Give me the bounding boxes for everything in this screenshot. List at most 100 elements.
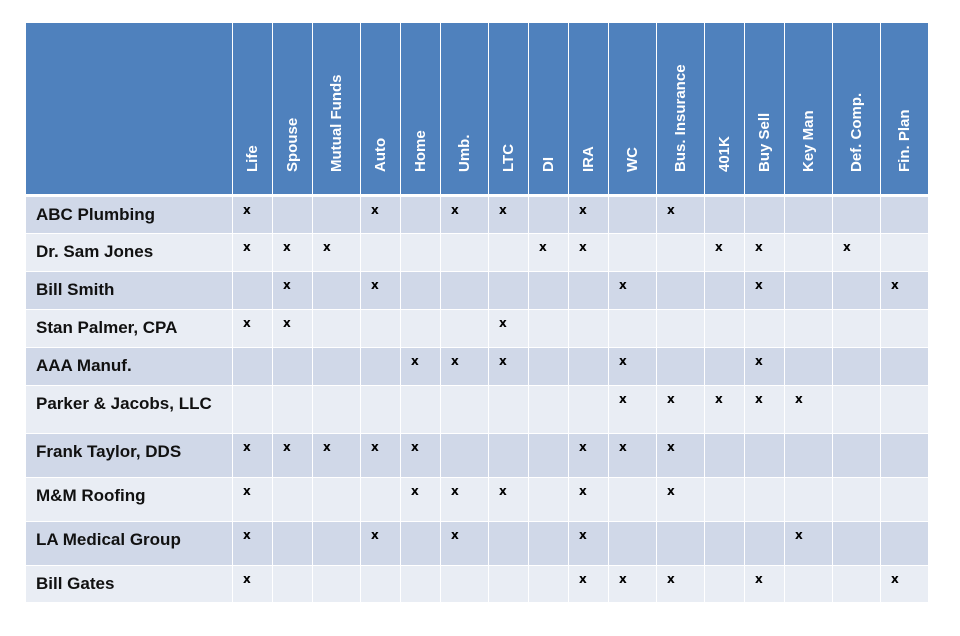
checked-mark-cell: x	[704, 233, 745, 272]
empty-mark-cell	[784, 271, 833, 310]
checked-mark-cell: x	[440, 521, 489, 566]
checked-mark-cell: x	[744, 347, 785, 386]
empty-mark-cell	[360, 233, 401, 272]
empty-mark-cell	[312, 565, 361, 603]
empty-mark-cell	[704, 309, 745, 348]
table-row: AAA Manuf. x x x x x	[25, 347, 929, 386]
empty-mark-cell	[880, 521, 929, 566]
empty-mark-cell	[832, 309, 881, 348]
empty-mark-cell	[880, 433, 929, 478]
checked-mark-cell: x	[656, 565, 705, 603]
empty-mark-cell	[784, 194, 833, 234]
empty-mark-cell	[312, 309, 361, 348]
checked-mark-cell: x	[232, 433, 273, 478]
checked-mark-cell: x	[608, 565, 657, 603]
column-header: Buy Sell	[744, 22, 785, 196]
client-name-cell: AAA Manuf.	[25, 347, 233, 386]
empty-mark-cell	[400, 271, 441, 310]
empty-mark-cell	[704, 477, 745, 522]
empty-mark-cell	[312, 271, 361, 310]
client-name-cell: Stan Palmer, CPA	[25, 309, 233, 348]
column-header-label: DI	[539, 157, 557, 172]
checked-mark-cell: x	[488, 477, 529, 522]
checked-mark-cell: x	[272, 233, 313, 272]
checked-mark-cell: x	[744, 565, 785, 603]
checked-mark-cell: x	[360, 271, 401, 310]
empty-mark-cell	[568, 309, 609, 348]
column-header-label: Mutual Funds	[327, 74, 345, 173]
column-header: Life	[232, 22, 273, 196]
column-header-label: Buy Sell	[755, 112, 773, 172]
checked-mark-cell: x	[272, 271, 313, 310]
checked-mark-cell: x	[440, 194, 489, 234]
empty-mark-cell	[440, 233, 489, 272]
checked-mark-cell: x	[568, 194, 609, 234]
checked-mark-cell: x	[568, 521, 609, 566]
client-name-cell: M&M Roofing	[25, 477, 233, 522]
column-header-label: WC	[623, 147, 641, 172]
column-header-label: 401K	[715, 136, 733, 172]
empty-mark-cell	[784, 477, 833, 522]
checked-mark-cell: x	[608, 385, 657, 434]
empty-mark-cell	[744, 309, 785, 348]
checked-mark-cell: x	[656, 385, 705, 434]
empty-mark-cell	[272, 347, 313, 386]
empty-mark-cell	[528, 271, 569, 310]
empty-mark-cell	[608, 477, 657, 522]
empty-mark-cell	[528, 433, 569, 478]
checked-mark-cell: x	[880, 271, 929, 310]
checked-mark-cell: x	[744, 385, 785, 434]
column-header: Spouse	[272, 22, 313, 196]
column-header: Auto	[360, 22, 401, 196]
empty-mark-cell	[880, 347, 929, 386]
empty-mark-cell	[272, 565, 313, 603]
empty-mark-cell	[832, 194, 881, 234]
empty-mark-cell	[704, 565, 745, 603]
table-row: Dr. Sam Jones x x x x x x x x	[25, 233, 929, 272]
checked-mark-cell: x	[608, 347, 657, 386]
column-header-label: Fin. Plan	[895, 109, 913, 172]
checked-mark-cell: x	[360, 433, 401, 478]
checked-mark-cell: x	[488, 347, 529, 386]
column-header: WC	[608, 22, 657, 196]
checked-mark-cell: x	[232, 309, 273, 348]
empty-mark-cell	[360, 385, 401, 434]
empty-mark-cell	[744, 477, 785, 522]
empty-mark-cell	[528, 347, 569, 386]
client-name-cell: Dr. Sam Jones	[25, 233, 233, 272]
empty-mark-cell	[528, 521, 569, 566]
checked-mark-cell: x	[232, 194, 273, 234]
checked-mark-cell: x	[272, 309, 313, 348]
column-header-label: Bus. Insurance	[671, 64, 689, 172]
empty-mark-cell	[528, 194, 569, 234]
column-header: Mutual Funds	[312, 22, 361, 196]
empty-mark-cell	[656, 309, 705, 348]
empty-mark-cell	[608, 521, 657, 566]
column-header-label: Def. Comp.	[847, 92, 865, 172]
empty-mark-cell	[832, 271, 881, 310]
empty-mark-cell	[704, 271, 745, 310]
checked-mark-cell: x	[568, 565, 609, 603]
column-header: Key Man	[784, 22, 833, 196]
empty-mark-cell	[488, 233, 529, 272]
checked-mark-cell: x	[784, 521, 833, 566]
checked-mark-cell: x	[608, 433, 657, 478]
empty-mark-cell	[656, 271, 705, 310]
empty-mark-cell	[440, 385, 489, 434]
empty-mark-cell	[744, 433, 785, 478]
checked-mark-cell: x	[608, 271, 657, 310]
empty-mark-cell	[440, 309, 489, 348]
checked-mark-cell: x	[400, 477, 441, 522]
empty-mark-cell	[272, 194, 313, 234]
empty-mark-cell	[880, 477, 929, 522]
empty-mark-cell	[232, 347, 273, 386]
checked-mark-cell: x	[360, 194, 401, 234]
empty-mark-cell	[360, 347, 401, 386]
empty-mark-cell	[832, 347, 881, 386]
empty-mark-cell	[400, 521, 441, 566]
empty-mark-cell	[744, 521, 785, 566]
checked-mark-cell: x	[568, 233, 609, 272]
checked-mark-cell: x	[312, 233, 361, 272]
empty-mark-cell	[832, 477, 881, 522]
empty-mark-cell	[832, 521, 881, 566]
